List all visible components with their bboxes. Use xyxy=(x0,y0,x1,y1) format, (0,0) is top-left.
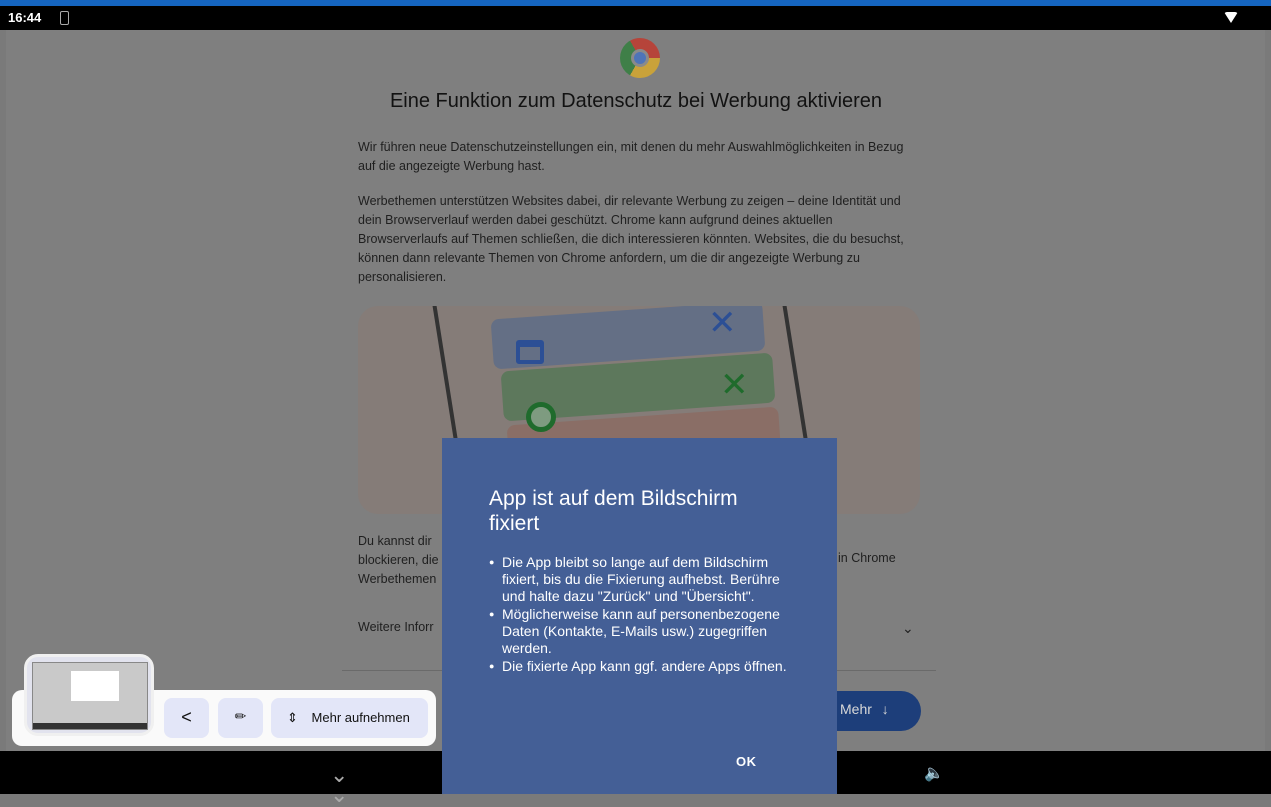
soccer-ball-icon xyxy=(526,402,556,432)
expand-vertical-icon: ⇕ xyxy=(287,710,298,725)
block-topics-paragraph-fragment: in Chrome xyxy=(838,551,896,565)
dialog-bullet-list: Die App bleibt so lange auf dem Bildschi… xyxy=(489,554,791,675)
calendar-icon xyxy=(516,340,544,364)
hide-nav-icon[interactable]: ⌄ ⌄ xyxy=(330,764,348,806)
share-button[interactable]: < xyxy=(164,698,209,738)
status-time: 16:44 xyxy=(8,10,42,25)
ad-topics-paragraph: Werbethemen unterstützen Websites dabei,… xyxy=(358,194,904,284)
dialog-bullet: Möglicherweise kann auf personenbezogene… xyxy=(489,606,791,657)
close-icon: ✕ xyxy=(708,306,737,342)
wifi-icon xyxy=(1224,12,1238,23)
screenshot-overlay: < ✏︎ ⇕ Mehr aufnehmen xyxy=(12,654,436,746)
page-title: Eine Funktion zum Datenschutz bei Werbun… xyxy=(389,90,883,112)
arrow-down-icon: ↓ xyxy=(881,701,889,717)
screenshot-thumbnail[interactable] xyxy=(24,654,154,736)
capture-more-button[interactable]: ⇕ Mehr aufnehmen xyxy=(271,698,428,738)
pencil-icon: ✏︎ xyxy=(234,708,247,724)
intro-paragraph: Wir führen neue Datenschutzeinstellungen… xyxy=(358,140,904,173)
ok-button[interactable]: OK xyxy=(736,754,757,769)
dialog-bullet: Die fixierte App kann ggf. andere Apps ö… xyxy=(489,658,791,675)
capture-more-label: Mehr aufnehmen xyxy=(311,710,410,725)
screen-pinning-dialog: App ist auf dem Bildschirm fixiert Die A… xyxy=(442,438,837,794)
dialog-bullet: Die App bleibt so lange auf dem Bildschi… xyxy=(489,554,791,605)
chevron-down-icon[interactable]: ⌄ xyxy=(902,620,914,637)
volume-icon[interactable]: 🔈 xyxy=(924,763,944,783)
dialog-title: App ist auf dem Bildschirm fixiert xyxy=(489,487,738,535)
battery-icon xyxy=(60,11,69,25)
close-icon: ✕ xyxy=(720,366,749,404)
share-icon: < xyxy=(181,707,192,727)
chrome-logo-icon xyxy=(620,38,660,78)
more-info-expander-label[interactable]: Weitere Inforr xyxy=(358,620,434,634)
edit-button[interactable]: ✏︎ xyxy=(218,698,263,738)
more-button-label: Mehr xyxy=(840,701,872,717)
status-bar: 16:44 xyxy=(0,6,1271,30)
